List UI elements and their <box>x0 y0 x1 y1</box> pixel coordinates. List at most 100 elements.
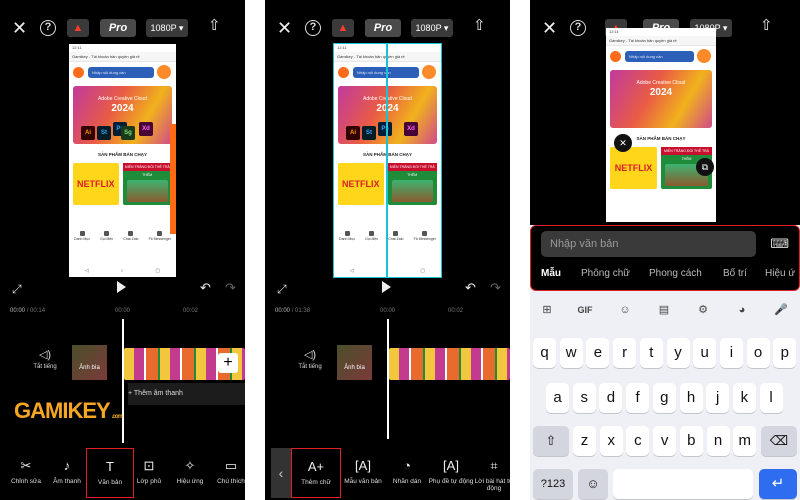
backspace-key[interactable]: ⌫ <box>761 426 797 456</box>
mute-button[interactable]: ◁) Tắt tiếng <box>290 348 330 370</box>
emoji-key[interactable]: ☺ <box>578 469 608 499</box>
redo-icon[interactable]: ↷ <box>225 280 236 296</box>
key-o[interactable]: o <box>746 338 770 368</box>
keyboard-icon[interactable]: ⌨ <box>770 236 789 252</box>
help-icon[interactable]: ? <box>40 20 56 36</box>
key-x[interactable]: x <box>599 426 623 456</box>
pro-button[interactable]: Pro <box>100 19 136 37</box>
fire-icon[interactable]: ▲ <box>67 19 89 37</box>
settings-icon[interactable]: ⚙ <box>690 299 716 321</box>
export-icon[interactable]: ⇧ <box>473 16 486 34</box>
key-d[interactable]: d <box>599 383 623 413</box>
key-z[interactable]: z <box>573 426 596 456</box>
close-icon[interactable]: ✕ <box>542 18 557 39</box>
section-title: SẢN PHẨM BÁN CHẠY <box>97 152 147 157</box>
play-icon[interactable] <box>382 281 391 293</box>
key-a[interactable]: a <box>546 383 569 413</box>
tool-auto-lyrics[interactable]: ⌗ Lời bài hát tự động <box>472 448 510 498</box>
gif-button[interactable]: GIF <box>572 299 598 321</box>
video-preview[interactable]: 12:11 Gamikey - Tài khoản bản quyền giá … <box>333 43 442 278</box>
tab-layout[interactable]: Bố trí <box>723 268 747 279</box>
key-s[interactable]: s <box>572 383 596 413</box>
key-e[interactable]: e <box>586 338 610 368</box>
cover-button[interactable]: Ảnh bìa <box>72 345 107 380</box>
key-y[interactable]: y <box>666 338 690 368</box>
video-preview[interactable]: 12:11 Gamikey - Tài khoản bản quyền giá … <box>69 44 176 277</box>
tool-text-template[interactable]: [A] Mẫu văn bản <box>339 448 387 498</box>
close-icon[interactable]: ✕ <box>12 18 27 39</box>
cover-button[interactable]: Ảnh bìa <box>337 345 372 380</box>
text-input[interactable]: Nhập văn bản <box>541 231 756 257</box>
space-key[interactable] <box>613 469 753 499</box>
video-clip[interactable] <box>389 348 510 380</box>
play-icon[interactable] <box>117 281 126 293</box>
tool-auto-captions[interactable]: [A] Phụ đề tự động <box>427 448 475 498</box>
undo-icon[interactable]: ↶ <box>200 280 211 296</box>
key-h[interactable]: h <box>679 383 703 413</box>
export-icon[interactable]: ⇧ <box>760 16 773 34</box>
tool-add-text[interactable]: A+ Thêm chữ <box>291 448 341 498</box>
key-r[interactable]: r <box>613 338 637 368</box>
tab-font[interactable]: Phông chữ <box>581 268 630 279</box>
playhead[interactable] <box>387 319 389 439</box>
key-q[interactable]: q <box>533 338 556 368</box>
add-audio-button[interactable]: + Thêm âm thanh <box>128 383 245 405</box>
back-arrow-icon[interactable]: ‹ <box>271 448 291 498</box>
delete-text-icon[interactable]: ✕ <box>614 134 632 152</box>
key-b[interactable]: b <box>679 426 703 456</box>
resolution-dropdown[interactable]: 1080P ▾ <box>411 19 453 37</box>
tab-style[interactable]: Phong cách <box>649 268 702 279</box>
key-w[interactable]: w <box>559 338 583 368</box>
pro-button[interactable]: Pro <box>365 19 401 37</box>
key-g[interactable]: g <box>652 383 676 413</box>
tool-sticker[interactable]: ◔ Nhãn dán <box>383 448 431 498</box>
key-i[interactable]: i <box>719 338 743 368</box>
status-bar-time: 12:11 <box>337 45 347 50</box>
tool-caption[interactable]: ▭ Chú thích <box>207 448 245 498</box>
fullscreen-icon[interactable]: ⤢ <box>12 282 22 297</box>
mic-icon[interactable]: 🎤 <box>768 299 794 321</box>
add-clip-button[interactable]: + <box>218 353 238 373</box>
key-v[interactable]: v <box>653 426 677 456</box>
time-readout: 00:00 / 00:14 <box>10 308 46 314</box>
sticker-icon: ◔ <box>403 458 411 473</box>
apps-grid-icon[interactable]: ⊞ <box>534 299 560 321</box>
nav-item: Chat Zalo <box>388 228 403 248</box>
key-c[interactable]: c <box>626 426 650 456</box>
resolution-dropdown[interactable]: 1080P ▾ <box>146 19 188 37</box>
fire-icon[interactable]: ▲ <box>332 19 354 37</box>
key-n[interactable]: n <box>706 426 730 456</box>
symbols-key[interactable]: ?123 <box>533 469 573 499</box>
key-f[interactable]: f <box>626 383 650 413</box>
key-k[interactable]: k <box>732 383 756 413</box>
export-icon[interactable]: ⇧ <box>208 16 221 34</box>
key-p[interactable]: p <box>773 338 797 368</box>
palette-icon[interactable]: ◕ <box>729 299 755 321</box>
key-j[interactable]: j <box>706 383 730 413</box>
rotate-handle-icon[interactable]: ⧉ <box>696 158 714 176</box>
video-preview[interactable]: 12:11 Gamikey - Tài khoản bản quyền giá … <box>606 28 716 222</box>
tab-effects[interactable]: Hiệu ứ <box>765 268 795 279</box>
speaker-icon: ◁) <box>38 349 52 361</box>
sticker-icon[interactable]: ☺ <box>612 299 638 321</box>
help-icon[interactable]: ? <box>570 20 586 36</box>
key-l[interactable]: l <box>759 383 783 413</box>
enter-key[interactable]: ↵ <box>759 469 797 499</box>
shift-key[interactable]: ⇧ <box>533 426 569 456</box>
lyrics-icon: ⌗ <box>490 458 498 473</box>
clipboard-icon[interactable]: ▤ <box>651 299 677 321</box>
undo-icon[interactable]: ↶ <box>465 280 476 296</box>
tool-audio[interactable]: ♪ Âm thanh <box>43 448 91 498</box>
help-icon[interactable]: ? <box>305 20 321 36</box>
key-m[interactable]: m <box>733 426 757 456</box>
mute-button[interactable]: ◁) Tắt tiếng <box>25 348 65 370</box>
close-icon[interactable]: ✕ <box>277 18 292 39</box>
menu-icon <box>610 51 621 62</box>
android-nav: ◁○▢ <box>349 268 426 274</box>
key-t[interactable]: t <box>639 338 663 368</box>
playhead[interactable] <box>122 319 124 443</box>
fullscreen-icon[interactable]: ⤢ <box>277 282 287 297</box>
redo-icon[interactable]: ↷ <box>490 280 501 296</box>
tab-template[interactable]: Mẫu <box>541 268 561 279</box>
key-u[interactable]: u <box>693 338 717 368</box>
